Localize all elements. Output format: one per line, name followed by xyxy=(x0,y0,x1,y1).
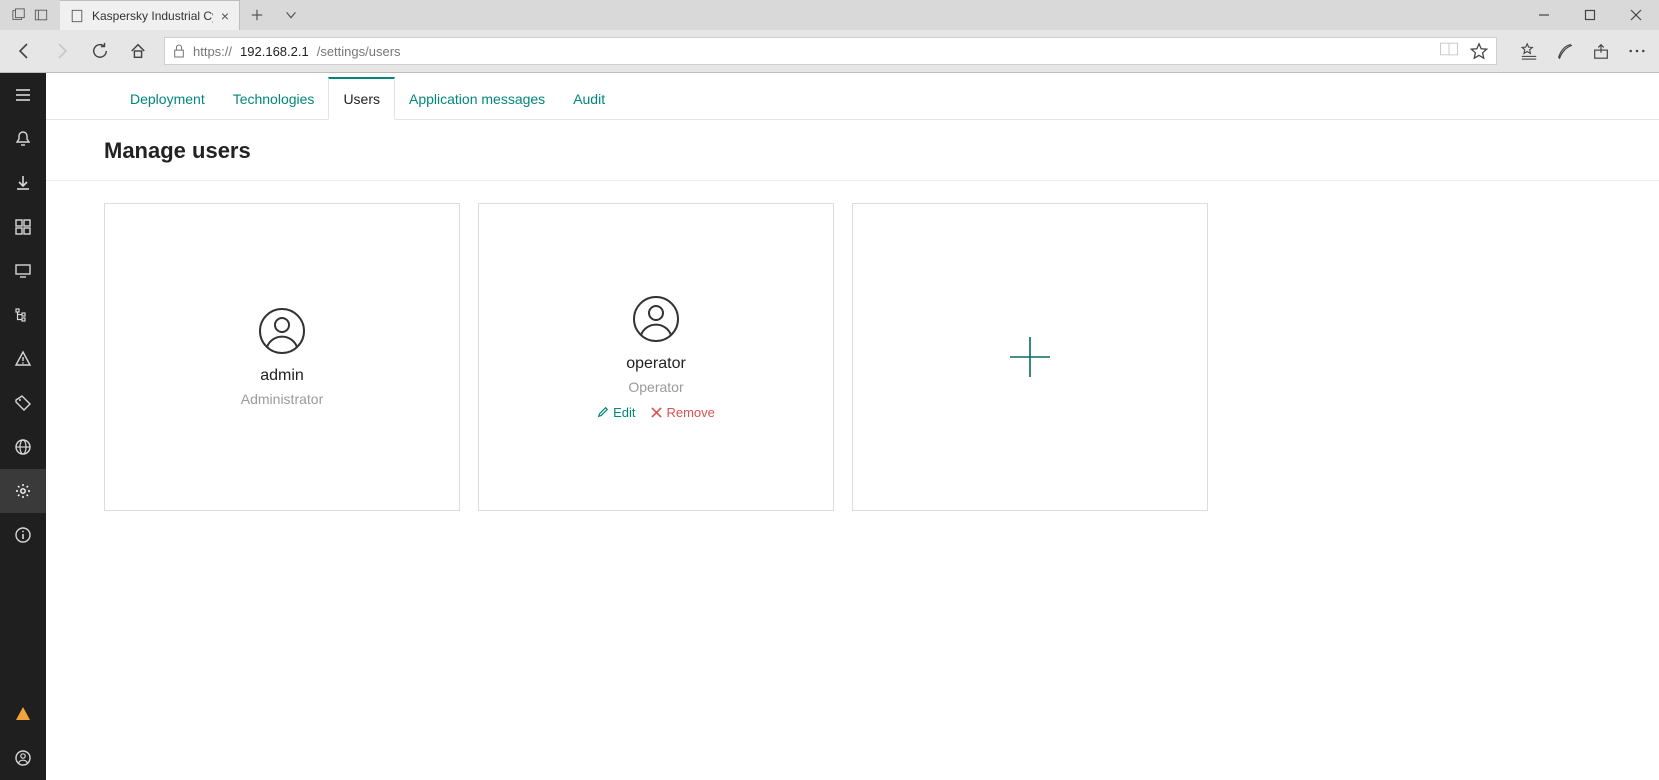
sidebar-tag-icon[interactable] xyxy=(0,381,46,425)
user-name: admin xyxy=(260,367,304,385)
browser-tab[interactable]: Kaspersky Industrial Cyb × xyxy=(60,0,240,30)
url-path: /settings/users xyxy=(317,44,401,59)
url-prefix: https:// xyxy=(193,44,232,59)
sidebar-download-icon[interactable] xyxy=(0,161,46,205)
forward-button[interactable] xyxy=(50,39,74,63)
refresh-button[interactable] xyxy=(88,39,112,63)
user-card-operator[interactable]: operator Operator Edit Remove xyxy=(478,203,834,511)
user-role: Operator xyxy=(628,379,683,395)
back-button[interactable] xyxy=(12,39,36,63)
reading-view-icon[interactable] xyxy=(1440,42,1458,56)
sidebar-tree-icon[interactable] xyxy=(0,293,46,337)
page-header: Manage users xyxy=(46,120,1659,181)
avatar-icon xyxy=(258,307,306,355)
remove-user-button[interactable]: Remove xyxy=(651,405,714,420)
x-icon xyxy=(651,407,662,418)
user-actions: Edit Remove xyxy=(597,405,715,420)
remove-label: Remove xyxy=(666,405,714,420)
page-title: Manage users xyxy=(104,138,1601,164)
settings-tabs: Deployment Technologies Users Applicatio… xyxy=(46,73,1659,120)
sidebar-globe-icon[interactable] xyxy=(0,425,46,469)
tab-deployment[interactable]: Deployment xyxy=(116,79,219,119)
tab-application-messages[interactable]: Application messages xyxy=(395,79,559,119)
add-user-card[interactable] xyxy=(852,203,1208,511)
tab-dropdown-icon[interactable] xyxy=(274,0,308,30)
sidebar-info-icon[interactable] xyxy=(0,513,46,557)
user-card-admin[interactable]: admin Administrator xyxy=(104,203,460,511)
tab-audit[interactable]: Audit xyxy=(559,79,619,119)
sidebar-dashboard-icon[interactable] xyxy=(0,205,46,249)
browser-chrome: Kaspersky Industrial Cyb × https:// 192.1… xyxy=(0,0,1659,73)
window-close-button[interactable] xyxy=(1613,0,1659,30)
plus-icon xyxy=(1007,334,1053,380)
sidebar-alert-icon[interactable] xyxy=(0,337,46,381)
home-button[interactable] xyxy=(126,39,150,63)
new-tab-button[interactable] xyxy=(240,0,274,30)
favorite-star-icon[interactable] xyxy=(1470,42,1488,60)
sidebar-bell-icon[interactable] xyxy=(0,117,46,161)
tab-close-icon[interactable]: × xyxy=(221,8,229,24)
app: Deployment Technologies Users Applicatio… xyxy=(0,73,1659,780)
sidebar-warning-icon[interactable] xyxy=(0,692,46,736)
window-maximize-button[interactable] xyxy=(1567,0,1613,30)
tab-title: Kaspersky Industrial Cyb xyxy=(92,9,213,23)
tab-users[interactable]: Users xyxy=(328,77,395,120)
sidebar-monitor-icon[interactable] xyxy=(0,249,46,293)
pencil-icon xyxy=(597,406,609,418)
more-icon[interactable] xyxy=(1627,42,1647,60)
tab-aside-icons[interactable] xyxy=(0,0,60,30)
user-cards: admin Administrator operator Operator Ed… xyxy=(46,181,1659,533)
sidebar-user-icon[interactable] xyxy=(0,736,46,780)
lock-icon xyxy=(173,44,185,58)
edit-label: Edit xyxy=(613,405,635,420)
main-content: Deployment Technologies Users Applicatio… xyxy=(46,73,1659,780)
browser-nav-bar: https:// 192.168.2.1/settings/users xyxy=(0,30,1659,72)
share-icon[interactable] xyxy=(1591,42,1611,60)
url-host: 192.168.2.1 xyxy=(240,44,309,59)
tab-technologies[interactable]: Technologies xyxy=(219,79,329,119)
window-controls xyxy=(1521,0,1659,30)
sidebar-menu-icon[interactable] xyxy=(0,73,46,117)
avatar-icon xyxy=(632,295,680,343)
window-minimize-button[interactable] xyxy=(1521,0,1567,30)
browser-tab-bar: Kaspersky Industrial Cyb × xyxy=(0,0,1659,30)
user-name: operator xyxy=(626,355,686,373)
address-bar[interactable]: https:// 192.168.2.1/settings/users xyxy=(164,37,1497,65)
user-role: Administrator xyxy=(241,391,323,407)
notes-icon[interactable] xyxy=(1555,42,1575,60)
sidebar-settings-icon[interactable] xyxy=(0,469,46,513)
favorites-list-icon[interactable] xyxy=(1519,42,1539,60)
page-icon xyxy=(70,9,84,23)
edit-user-button[interactable]: Edit xyxy=(597,405,635,420)
sidebar xyxy=(0,73,46,780)
browser-right-toolbar xyxy=(1511,42,1647,60)
